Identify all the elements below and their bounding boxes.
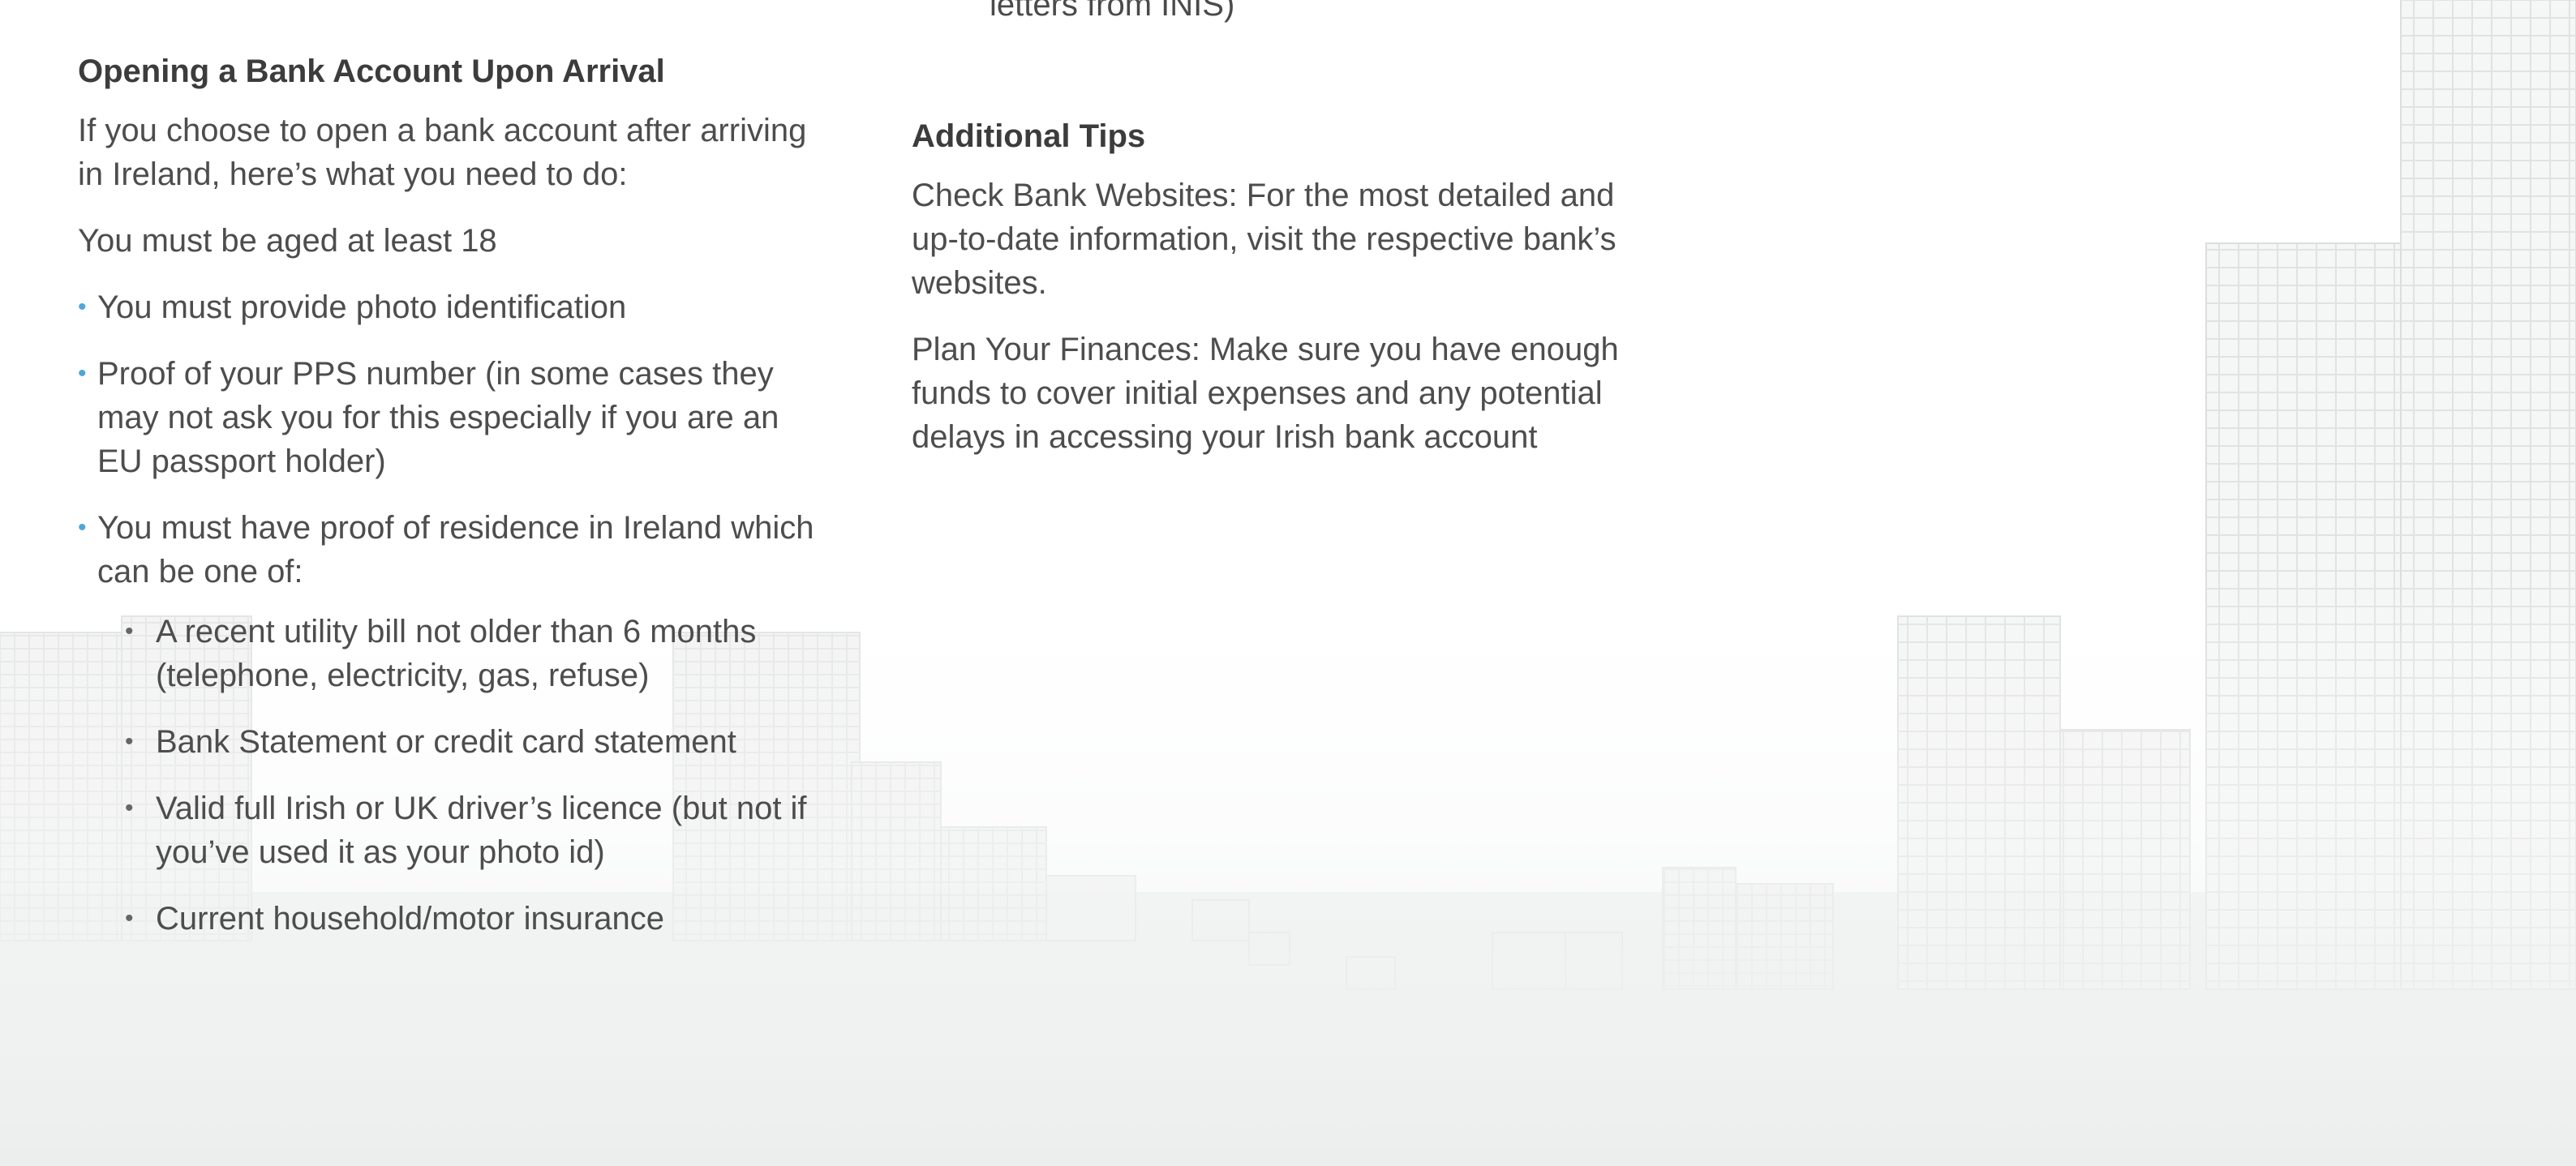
list-item: • You must have proof of residence in Ir… bbox=[78, 506, 824, 594]
bullet-icon: • bbox=[125, 795, 134, 821]
list-item: • Valid full Irish or UK driver’s licenc… bbox=[78, 787, 824, 874]
page-content: letters from INIS) Opening a Bank Accoun… bbox=[0, 0, 2576, 1166]
section-heading: Opening a Bank Account Upon Arrival bbox=[78, 54, 665, 89]
list-item: • Bank Statement or credit card statemen… bbox=[78, 720, 824, 764]
bullet-icon: • bbox=[125, 728, 134, 755]
tip-paragraph: Plan Your Finances: Make sure you have e… bbox=[912, 332, 1619, 455]
residence-proof-list: • A recent utility bill not older than 6… bbox=[78, 610, 824, 941]
tip-paragraph: Check Bank Websites: For the most detail… bbox=[912, 178, 1616, 301]
bullet-icon: • bbox=[78, 514, 87, 541]
bullet-icon: • bbox=[125, 618, 134, 645]
residence-proof-text: Current household/motor insurance bbox=[156, 901, 665, 937]
bank-account-upon-arrival-section: Opening a Bank Account Upon Arrival If y… bbox=[78, 49, 824, 963]
residence-proof-text: Bank Statement or credit card statement bbox=[156, 724, 736, 760]
age-requirement: You must be aged at least 18 bbox=[78, 223, 497, 259]
section-intro: If you choose to open a bank account aft… bbox=[78, 113, 807, 192]
bullet-icon: • bbox=[125, 905, 134, 932]
section-heading: Additional Tips bbox=[912, 118, 1146, 154]
residence-proof-text: Valid full Irish or UK driver’s licence … bbox=[156, 791, 807, 870]
additional-tips-section: Additional Tips Check Bank Websites: For… bbox=[912, 114, 1666, 482]
residence-proof-text: A recent utility bill not older than 6 m… bbox=[156, 614, 757, 693]
previous-list-continuation: letters from INIS) bbox=[990, 0, 1235, 23]
list-item: • Current household/motor insurance bbox=[78, 897, 824, 941]
bullet-icon: • bbox=[78, 294, 87, 320]
requirements-list: • You must provide photo identification … bbox=[78, 285, 824, 594]
bullet-icon: • bbox=[78, 360, 87, 387]
requirement-text: You must have proof of residence in Irel… bbox=[97, 510, 814, 589]
requirement-text: Proof of your PPS number (in some cases … bbox=[97, 356, 779, 479]
list-item: • A recent utility bill not older than 6… bbox=[78, 610, 824, 697]
requirement-text: You must provide photo identification bbox=[97, 289, 627, 325]
list-item: • You must provide photo identification bbox=[78, 285, 824, 329]
list-item: • Proof of your PPS number (in some case… bbox=[78, 352, 824, 483]
